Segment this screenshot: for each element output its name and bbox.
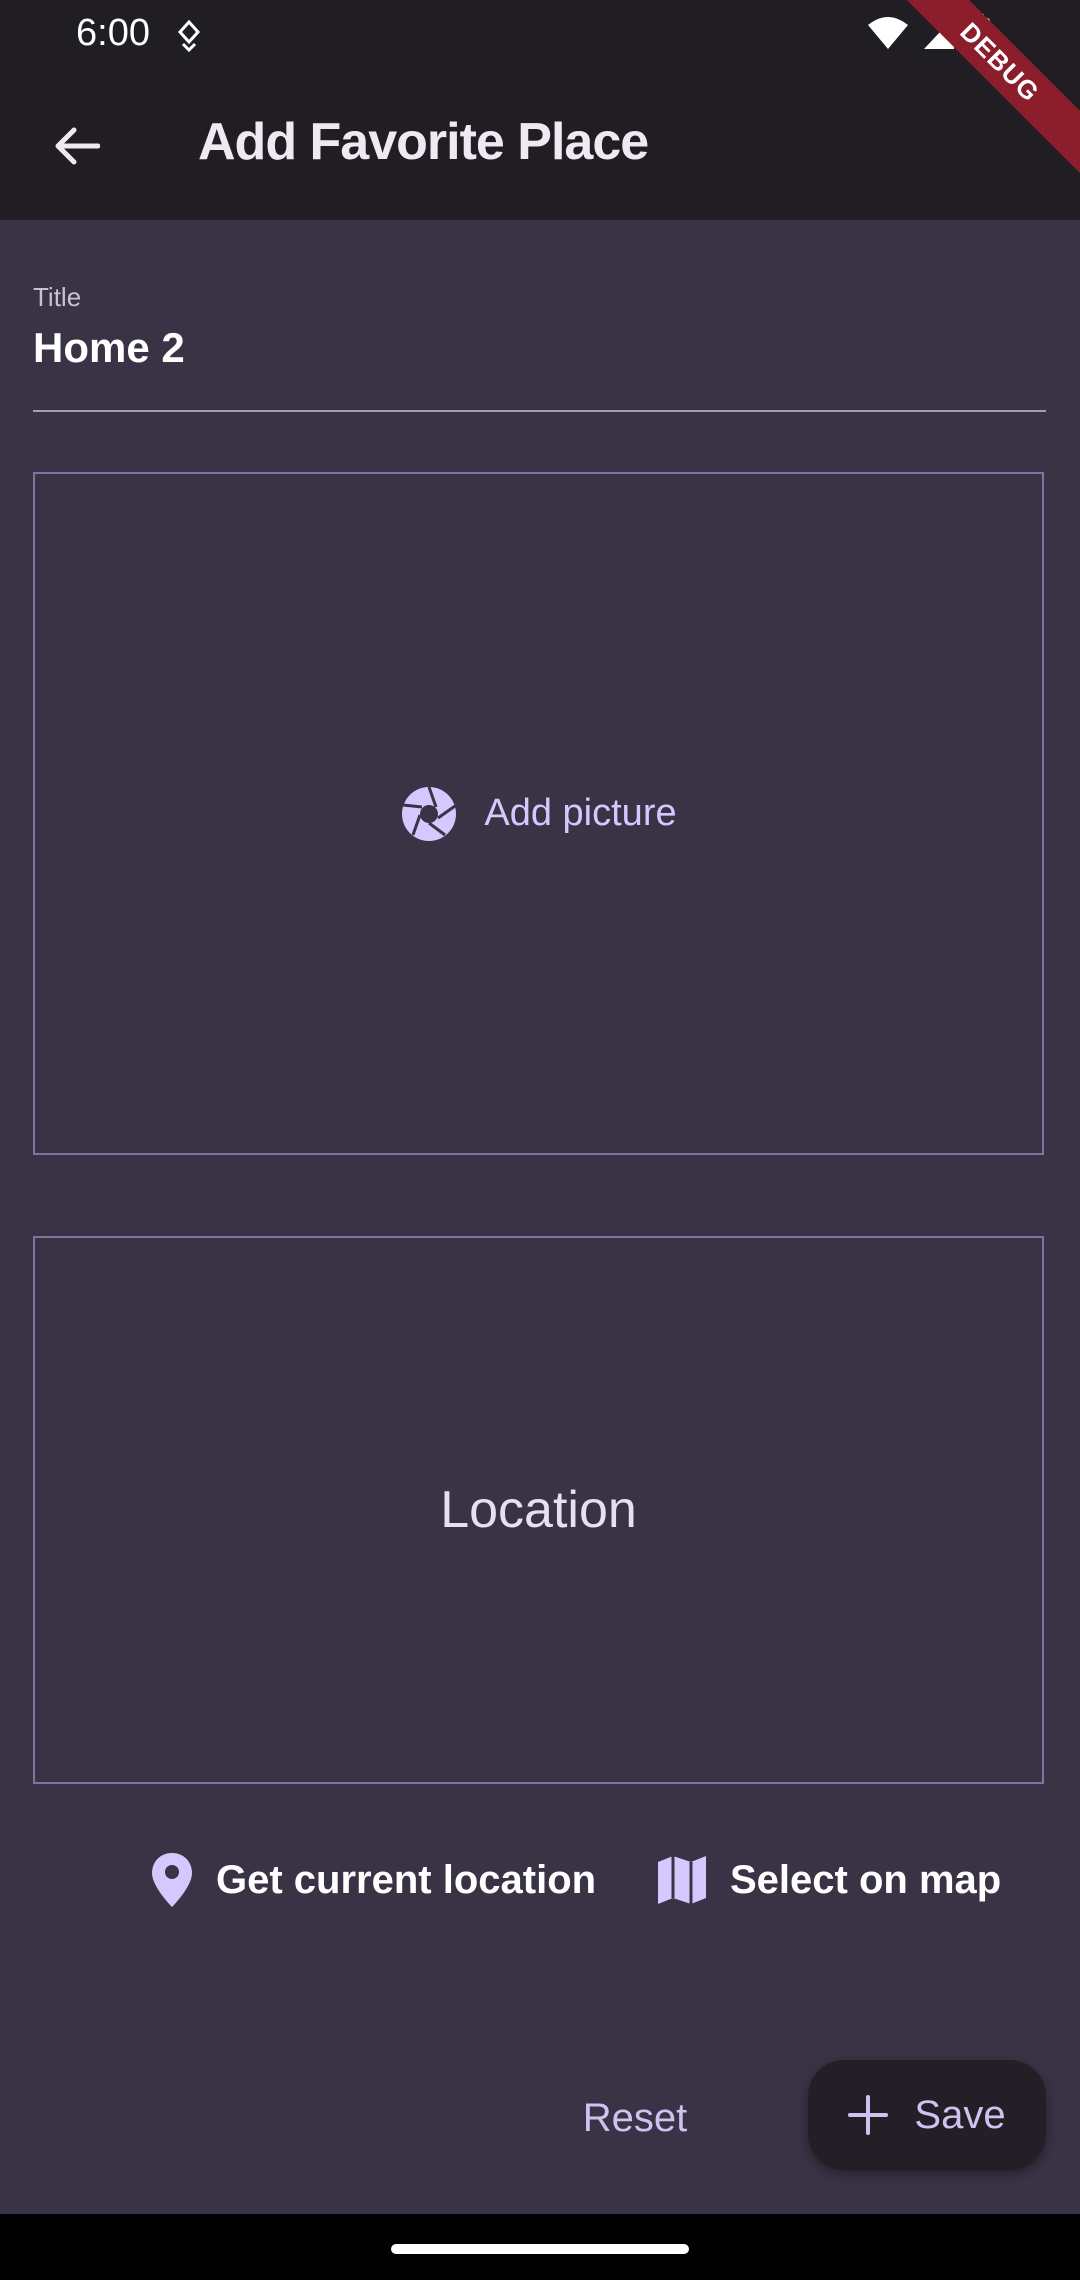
title-field-label: Title: [33, 282, 82, 312]
system-nav-bar: [0, 2214, 1080, 2280]
title-input[interactable]: Title Home 2: [33, 280, 1046, 412]
select-on-map-button[interactable]: Select on map: [656, 1840, 1001, 1920]
home-gesture-handle[interactable]: [391, 2244, 689, 2254]
location-actions: Get current location Select on map: [0, 1840, 1080, 1920]
wifi-icon: [868, 17, 908, 49]
notification-icon: [177, 19, 201, 53]
page-title: Add Favorite Place: [198, 113, 649, 171]
location-pin-icon: [152, 1853, 192, 1907]
add-picture-button[interactable]: Add picture: [35, 474, 1042, 1153]
get-current-location-label: Get current location: [216, 1857, 597, 1902]
arrow-back-icon: [55, 127, 100, 165]
back-button[interactable]: [36, 112, 116, 180]
app-bar: Add Favorite Place: [0, 72, 1080, 220]
save-button[interactable]: Save: [808, 2060, 1046, 2170]
plus-icon: [848, 2095, 889, 2135]
location-preview: Location: [33, 1236, 1044, 1784]
location-placeholder: Location: [440, 1481, 637, 1539]
save-label: Save: [914, 2092, 1006, 2137]
title-field-value[interactable]: Home 2: [33, 324, 185, 372]
select-on-map-label: Select on map: [730, 1857, 1002, 1902]
status-time: 6:00: [76, 12, 150, 54]
map-icon: [658, 1856, 706, 1904]
reset-button[interactable]: Reset: [560, 2078, 710, 2158]
add-picture-label: Add picture: [484, 792, 677, 834]
camera-shutter-icon: [402, 786, 457, 841]
picture-container: Add picture: [33, 472, 1044, 1155]
get-current-location-button[interactable]: Get current location: [150, 1840, 596, 1920]
